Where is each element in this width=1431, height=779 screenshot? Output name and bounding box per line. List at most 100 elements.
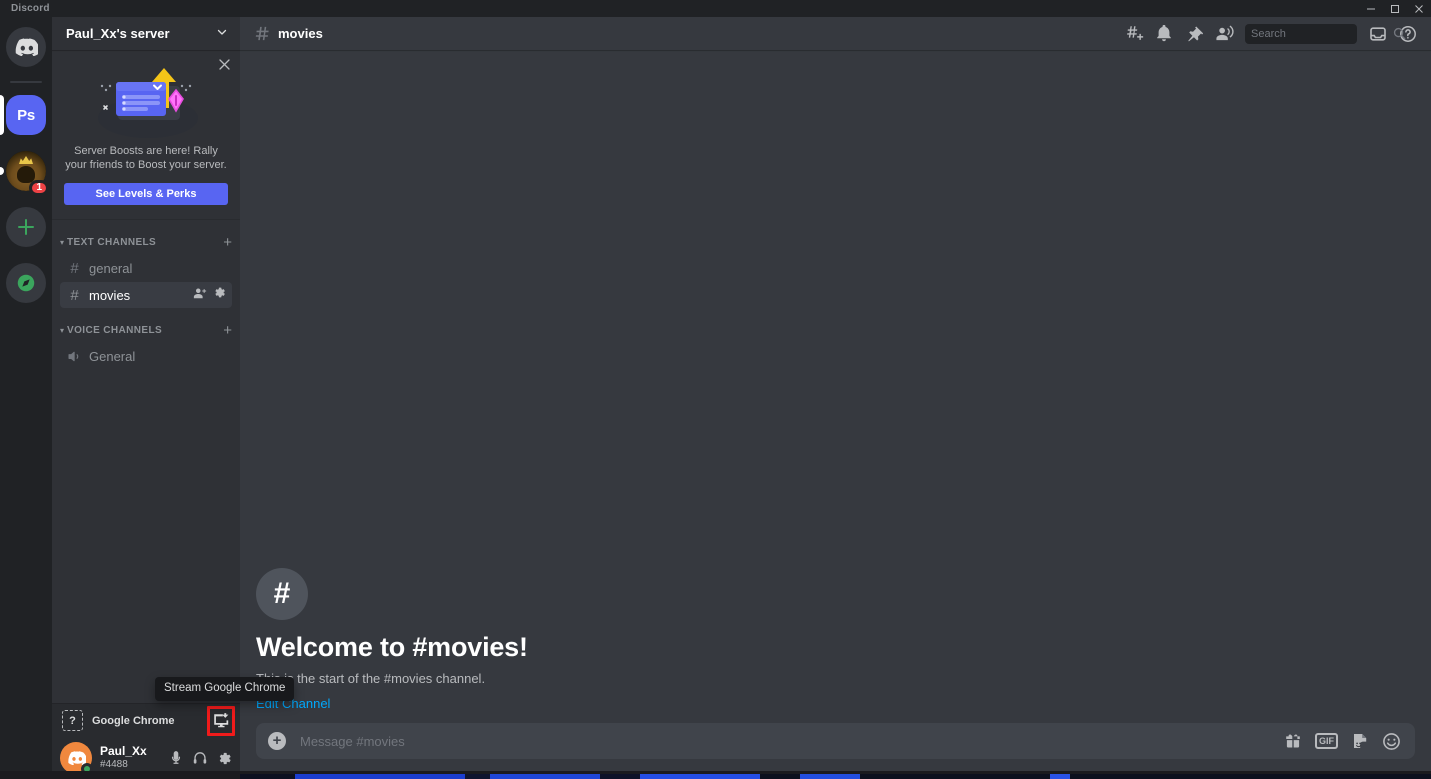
page-title: movies	[278, 26, 323, 41]
gear-icon	[219, 752, 231, 764]
message-input[interactable]	[300, 723, 1284, 759]
discord-home-icon[interactable]	[6, 27, 46, 67]
plus-icon	[18, 219, 34, 235]
game-unknown-icon: ?	[62, 710, 83, 731]
boost-artwork-icon	[98, 68, 198, 138]
sticker-button[interactable]	[1351, 732, 1369, 750]
channel-welcome: # Welcome to #movies! This is the start …	[256, 568, 528, 711]
desktop-window-strip	[240, 774, 1431, 779]
chevron-down-icon: ▾	[60, 325, 65, 335]
title-bar: Discord	[0, 0, 1431, 17]
guild-unread-pill	[0, 167, 4, 175]
boost-illustration	[64, 60, 228, 138]
emoji-button[interactable]	[1382, 732, 1401, 751]
hash-icon: #	[70, 286, 79, 304]
mute-button[interactable]	[164, 746, 188, 770]
compass-icon[interactable]	[6, 263, 46, 303]
message-area: # Welcome to #movies! This is the start …	[240, 50, 1431, 723]
add-text-channel-icon[interactable]: +	[223, 235, 232, 250]
channel-general[interactable]: # general	[60, 255, 232, 281]
guild-ps[interactable]: Ps	[0, 91, 52, 139]
gif-button[interactable]: GIF	[1315, 733, 1338, 749]
edit-channel-link[interactable]: Edit Channel	[256, 696, 528, 711]
notifications-button[interactable]	[1149, 22, 1179, 46]
guild-unread-badge: 1	[29, 180, 49, 196]
invite-icon[interactable]	[193, 286, 207, 305]
settings-icon[interactable]	[213, 286, 226, 304]
hash-icon	[254, 25, 271, 42]
channel-label: movies	[89, 287, 131, 303]
app-title: Discord	[11, 3, 50, 14]
stream-tooltip: Stream Google Chrome	[155, 677, 295, 701]
hash-icon: #	[70, 259, 79, 277]
attach-file-button[interactable]: +	[268, 732, 286, 750]
desktop-background-strip	[0, 771, 1431, 779]
user-info[interactable]: Paul_Xx #4488	[100, 744, 164, 771]
channel-header: movies	[240, 17, 1431, 50]
chevron-down-icon: ▾	[60, 237, 65, 247]
channel-sidebar: Paul_Xx's server Server Boosts are here!…	[52, 17, 240, 779]
guild-ps-icon[interactable]: Ps	[6, 95, 46, 135]
threads-button[interactable]	[1119, 22, 1149, 46]
channel-label: general	[89, 260, 133, 276]
user-settings-button[interactable]	[212, 746, 236, 770]
category-text-channels[interactable]: ▾ TEXT CHANNELS +	[52, 230, 240, 254]
maximize-button[interactable]	[1383, 0, 1407, 17]
channel-voice-general[interactable]: General	[60, 343, 232, 369]
hash-plus-icon	[1126, 26, 1143, 40]
guild-ps-label: Ps	[17, 106, 35, 124]
minimize-button[interactable]	[1359, 0, 1383, 17]
guild-selected-pill	[0, 95, 4, 135]
close-icon[interactable]	[216, 56, 232, 72]
channel-label: General	[89, 348, 136, 364]
add-server-icon[interactable]	[6, 207, 46, 247]
close-button[interactable]	[1407, 0, 1431, 17]
category-voice-channels[interactable]: ▾ VOICE CHANNELS +	[52, 318, 240, 342]
screen-share-icon	[213, 713, 228, 728]
message-composer[interactable]: + GIF	[256, 723, 1415, 759]
search-input[interactable]	[1251, 27, 1393, 40]
discord-logo-icon	[15, 38, 38, 56]
see-levels-perks-button[interactable]: See Levels & Perks	[64, 183, 228, 205]
sticker-icon	[1354, 734, 1367, 748]
channel-list: ▾ TEXT CHANNELS + # general # movies ▾ V…	[52, 220, 240, 703]
discord-avatar-icon	[67, 751, 86, 765]
boost-promo-card: Server Boosts are here! Rally your frien…	[52, 50, 240, 220]
rail-separator	[10, 81, 42, 83]
guild-add-server[interactable]	[0, 203, 52, 251]
welcome-subtitle: This is the start of the #movies channel…	[256, 671, 486, 686]
server-header[interactable]: Paul_Xx's server	[52, 17, 240, 50]
search-icon	[1393, 27, 1406, 40]
avatar[interactable]	[60, 742, 93, 775]
pin-icon	[1188, 26, 1203, 41]
server-rail: Ps 1	[0, 17, 52, 779]
add-voice-channel-icon[interactable]: +	[223, 323, 232, 338]
pinned-messages-button[interactable]	[1179, 22, 1209, 46]
deafen-button[interactable]	[188, 746, 212, 770]
chevron-down-icon[interactable]	[216, 26, 228, 41]
channel-header-actions	[1119, 22, 1423, 46]
guild-second[interactable]: 1	[0, 147, 52, 196]
gift-icon	[1286, 734, 1300, 748]
discord-window: Discord Ps 1 Paul_Xx's server Server Boo…	[0, 0, 1431, 779]
welcome-title: Welcome to #movies!	[256, 632, 528, 662]
channel-movies[interactable]: # movies	[60, 282, 232, 308]
guild-home[interactable]	[0, 23, 52, 71]
member-list-button[interactable]	[1209, 22, 1239, 46]
gift-button[interactable]	[1284, 732, 1302, 750]
window-controls	[1359, 0, 1431, 17]
main-content: movies Search # Welcome to #movies! This…	[240, 17, 1431, 779]
stream-google-chrome-button[interactable]	[207, 705, 235, 736]
guild-explore[interactable]	[0, 259, 52, 307]
speaker-icon	[66, 349, 83, 364]
explore-compass-icon	[17, 274, 35, 292]
boost-description: Server Boosts are here! Rally your frien…	[65, 145, 227, 171]
members-icon	[1215, 25, 1234, 41]
headphones-icon	[193, 752, 207, 764]
search-box[interactable]	[1245, 23, 1406, 44]
activity-bar: ? Google Chrome	[52, 703, 240, 737]
user-name: Paul_Xx	[100, 744, 147, 759]
user-discriminator: #4488	[100, 759, 128, 771]
microphone-icon	[171, 751, 181, 764]
category-label: TEXT CHANNELS	[67, 236, 157, 248]
